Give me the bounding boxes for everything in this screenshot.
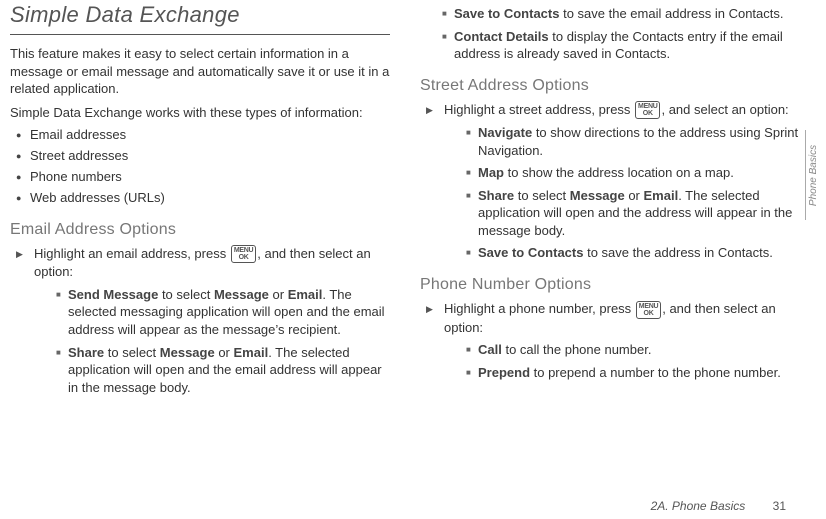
list-item: Phone numbers	[16, 169, 390, 186]
page-footer: 2A. Phone Basics 31	[651, 499, 786, 513]
option-item: Navigate to show directions to the addre…	[466, 124, 800, 159]
menu-ok-icon: MENUOK	[636, 301, 661, 319]
list-item: Street addresses	[16, 148, 390, 165]
option-item: Map to show the address location on a ma…	[466, 164, 800, 182]
step-item: Highlight a phone number, press MENUOK, …	[426, 300, 800, 381]
footer-page-number: 31	[773, 499, 786, 513]
step-text-post: , and select an option:	[661, 102, 788, 117]
option-item: Share to select Message or Email. The se…	[466, 187, 800, 240]
option-lead: Save to Contacts	[454, 6, 559, 21]
option-item: Prepend to prepend a number to the phone…	[466, 364, 800, 382]
option-item: Contact Details to display the Contacts …	[442, 28, 800, 63]
page-title: Simple Data Exchange	[10, 2, 390, 28]
menu-ok-icon: MENUOK	[635, 101, 660, 119]
step-item: Highlight an email address, press MENUOK…	[16, 245, 390, 396]
option-item: Save to Contacts to save the email addre…	[442, 5, 800, 23]
side-tab: Phone Basics	[805, 130, 822, 220]
info-types-list: Email addresses Street addresses Phone n…	[10, 127, 390, 207]
footer-section: 2A. Phone Basics	[651, 499, 746, 513]
step-item: Highlight a street address, press MENUOK…	[426, 101, 800, 262]
option-item: Send Message to select Message or Email.…	[56, 286, 390, 339]
step-text-pre: Highlight an email address, press	[34, 246, 230, 261]
title-rule	[10, 34, 390, 35]
option-item: Call to call the phone number.	[466, 341, 800, 359]
side-tab-label: Phone Basics	[809, 144, 820, 205]
option-lead: Contact Details	[454, 29, 549, 44]
street-options-heading: Street Address Options	[420, 77, 800, 95]
list-item: Email addresses	[16, 127, 390, 144]
step-text-pre: Highlight a street address, press	[444, 102, 634, 117]
list-item: Web addresses (URLs)	[16, 190, 390, 207]
option-lead: Share	[68, 345, 104, 360]
step-text-pre: Highlight a phone number, press	[444, 301, 635, 316]
phone-options-heading: Phone Number Options	[420, 276, 800, 294]
menu-ok-icon: MENUOK	[231, 245, 256, 263]
option-item: Save to Contacts to save the address in …	[466, 244, 800, 262]
email-options-heading: Email Address Options	[10, 221, 390, 239]
option-item: Share to select Message or Email. The se…	[56, 344, 390, 397]
intro-paragraph-2: Simple Data Exchange works with these ty…	[10, 104, 390, 122]
option-lead: Send Message	[68, 287, 158, 302]
intro-paragraph-1: This feature makes it easy to select cer…	[10, 45, 390, 98]
